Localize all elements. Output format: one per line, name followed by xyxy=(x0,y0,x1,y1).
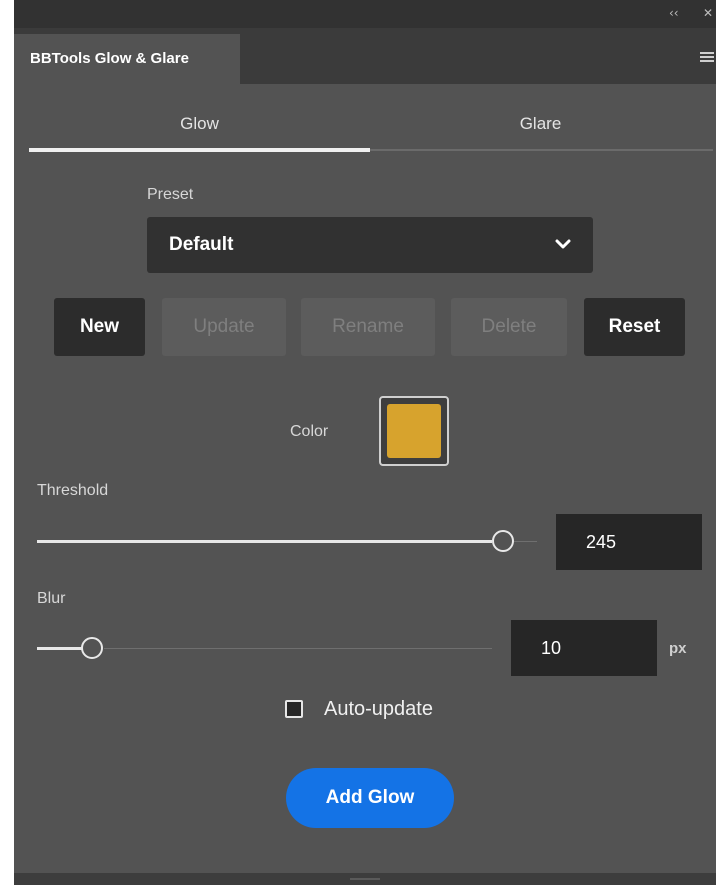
tab-active-indicator xyxy=(29,148,370,152)
delete-preset-button[interactable]: Delete xyxy=(451,298,567,356)
new-preset-button[interactable]: New xyxy=(54,298,145,356)
auto-update-checkbox[interactable] xyxy=(285,700,303,718)
blur-slider-fill xyxy=(37,647,82,650)
preset-selected-value: Default xyxy=(169,234,234,255)
double-chevron-left-icon[interactable]: ‹‹ xyxy=(669,6,679,20)
panel-bottom-strip xyxy=(14,873,716,885)
blur-label: Blur xyxy=(37,590,66,607)
threshold-slider-thumb[interactable] xyxy=(492,530,514,552)
reset-button[interactable]: Reset xyxy=(584,298,685,356)
panel-top-strip: ‹‹ ✕ xyxy=(14,0,716,28)
preset-dropdown[interactable]: Default xyxy=(147,217,593,273)
color-swatch-button[interactable] xyxy=(379,396,449,466)
resize-grip-icon[interactable] xyxy=(350,878,380,880)
glow-glare-panel: ‹‹ ✕ BBTools Glow & Glare Glow Glare Pre… xyxy=(14,0,716,885)
blur-value-input[interactable] xyxy=(511,620,657,676)
panel-tab-bar: BBTools Glow & Glare xyxy=(14,28,716,84)
threshold-value-input[interactable] xyxy=(556,514,702,570)
threshold-label: Threshold xyxy=(37,482,109,499)
color-label: Color xyxy=(290,423,329,440)
update-preset-button[interactable]: Update xyxy=(162,298,286,356)
blur-slider-thumb[interactable] xyxy=(81,637,103,659)
chevron-down-icon xyxy=(555,239,571,249)
preset-label: Preset xyxy=(147,186,194,203)
panel-tab-title[interactable]: BBTools Glow & Glare xyxy=(14,34,240,84)
auto-update-label[interactable]: Auto-update xyxy=(324,698,433,721)
color-swatch xyxy=(387,404,441,458)
hamburger-menu-icon[interactable] xyxy=(700,52,714,62)
tab-glow[interactable]: Glow xyxy=(29,114,370,134)
threshold-slider-fill xyxy=(37,540,492,543)
threshold-slider-track xyxy=(514,541,537,542)
rename-preset-button[interactable]: Rename xyxy=(301,298,435,356)
add-glow-button[interactable]: Add Glow xyxy=(286,768,454,828)
tab-glare[interactable]: Glare xyxy=(370,114,711,134)
close-icon[interactable]: ✕ xyxy=(703,6,713,20)
blur-unit-label: px xyxy=(669,640,687,657)
blur-slider-track xyxy=(104,648,492,649)
